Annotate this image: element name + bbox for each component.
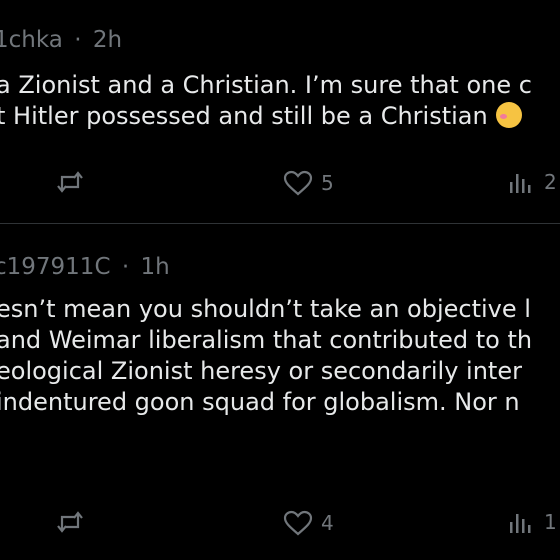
post-meta: 1chka · 2h xyxy=(0,27,122,53)
post-text-line: t Hitler possessed and still be a Christ… xyxy=(0,101,532,132)
views-icon xyxy=(510,174,531,193)
views-count: 1 xyxy=(544,510,557,534)
repost-icon xyxy=(57,171,83,193)
views-count: 2 xyxy=(544,170,557,194)
smiling-face-emoji xyxy=(495,102,522,128)
views-button[interactable]: 2 xyxy=(508,170,557,194)
post-text-line: eological Zionist heresy or secondarily … xyxy=(0,357,522,385)
heart-icon xyxy=(283,510,313,536)
post-text-line: and Weimar liberalism that contributed t… xyxy=(0,326,533,354)
repost-icon xyxy=(57,511,83,533)
author-handle[interactable]: c197911C xyxy=(0,254,111,280)
heart-icon xyxy=(283,170,313,196)
post-divider xyxy=(0,223,560,224)
views-icon xyxy=(510,514,531,533)
post-text: a Zionist and a Christian. I’m sure that… xyxy=(0,70,532,132)
post-text-line: esn’t mean you shouldn’t take an objecti… xyxy=(0,295,531,323)
post-text-line-content: t Hitler possessed and still be a Christ… xyxy=(0,102,488,130)
post-text-line: a Zionist and a Christian. I’m sure that… xyxy=(0,71,532,99)
repost-button[interactable] xyxy=(56,510,84,534)
repost-button[interactable] xyxy=(56,170,84,194)
meta-separator: · xyxy=(121,254,130,280)
like-button[interactable]: 4 xyxy=(283,510,334,536)
author-handle[interactable]: 1chka xyxy=(0,27,63,53)
meta-separator: · xyxy=(74,27,82,53)
like-button[interactable]: 5 xyxy=(283,170,334,196)
post-text-line: indentured goon squad for globalism. Nor… xyxy=(0,388,520,416)
like-count: 5 xyxy=(321,171,334,195)
post-time[interactable]: 2h xyxy=(93,27,122,53)
like-count: 4 xyxy=(321,511,334,535)
post-meta: c197911C · 1h xyxy=(0,254,170,280)
views-button[interactable]: 1 xyxy=(508,510,557,534)
post-text: esn’t mean you shouldn’t take an objecti… xyxy=(0,294,532,418)
post-time[interactable]: 1h xyxy=(140,254,169,280)
